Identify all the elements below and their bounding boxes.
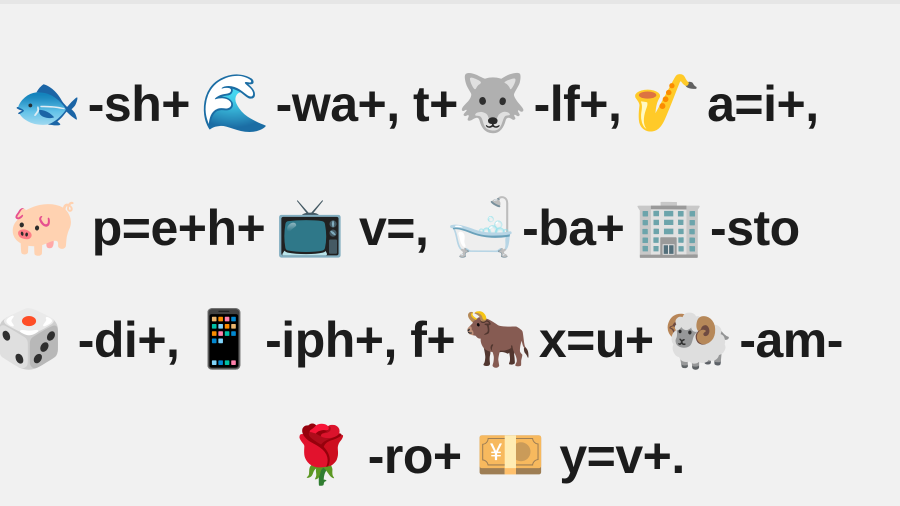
rebus-line-1: 🐟 -sh+ 🌊 -wa+, t+ 🐺 -lf+, 🎷 a=i+, xyxy=(12,64,819,144)
rebus-fragment: -sh+ xyxy=(87,76,191,132)
rebus-fragment: -iph+, f+ xyxy=(265,312,456,368)
rebus-line-2: 🐖 p=e+h+ 📺 v=, 🛁 -ba+ 🏢 -sto xyxy=(8,188,800,268)
rebus-fragment: v=, xyxy=(358,200,429,256)
dice-icon: 🎲 xyxy=(0,307,64,372)
top-divider xyxy=(0,0,900,4)
rebus-fragment: -lf+, xyxy=(533,76,622,132)
yen-banknote-icon: 💴 xyxy=(475,423,546,488)
saxophone-icon: 🎷 xyxy=(631,71,702,136)
rebus-fragment: -wa+, t+ xyxy=(275,76,459,132)
rebus-fragment: -am- xyxy=(739,312,843,368)
bathtub-icon: 🛁 xyxy=(446,195,517,260)
rebus-line-4: 🌹 -ro+ 💴 y=v+. xyxy=(286,416,685,496)
rebus-fragment: -ba+ xyxy=(522,200,625,256)
building-icon: 🏢 xyxy=(634,195,705,260)
rebus-fragment: y=v+. xyxy=(559,428,685,484)
mobile-phone-icon: 📱 xyxy=(189,307,260,372)
wave-icon: 🌊 xyxy=(199,71,270,136)
rebus-fragment: x=u+ xyxy=(538,312,654,368)
pig-icon: 🐖 xyxy=(8,195,78,260)
wolf-icon: 🐺 xyxy=(457,71,528,136)
rebus-fragment: -sto xyxy=(710,200,800,256)
fish-icon: 🐟 xyxy=(12,71,82,136)
rebus-fragment: p=e+h+ xyxy=(91,200,266,256)
ox-icon: 🐂 xyxy=(463,307,533,372)
rebus-fragment: -ro+ xyxy=(367,428,462,484)
rebus-fragment: -di+, xyxy=(77,312,180,368)
rebus-line-3: 🎲 -di+, 📱 -iph+, f+ 🐂 x=u+ 🐏 -am- xyxy=(0,300,843,380)
rose-icon: 🌹 xyxy=(286,423,356,488)
ram-icon: 🐏 xyxy=(663,307,734,372)
rebus-fragment: a=i+, xyxy=(707,76,819,132)
television-icon: 📺 xyxy=(275,195,345,260)
